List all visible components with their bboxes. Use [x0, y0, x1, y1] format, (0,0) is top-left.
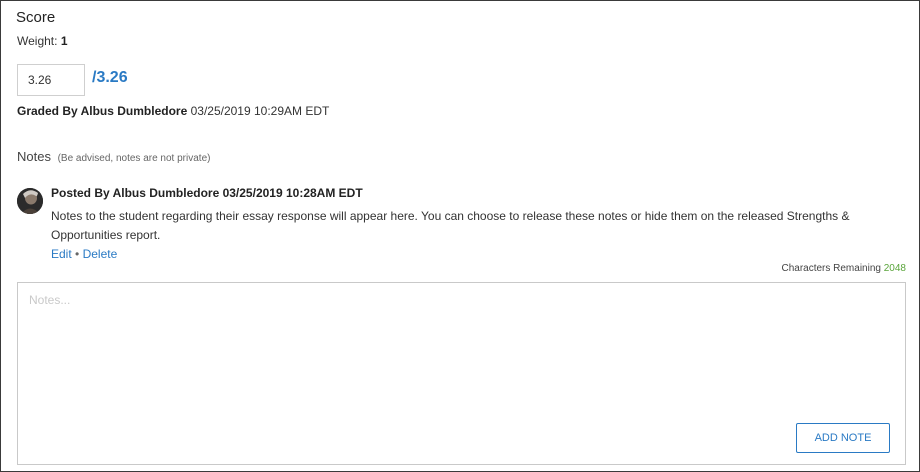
- score-title: Score: [16, 9, 56, 26]
- score-total: /3.26: [92, 69, 128, 86]
- grading-panel: Score Weight: 1 /3.26 Graded By Albus Du…: [0, 0, 920, 472]
- notes-privacy-note: (Be advised, notes are not private): [57, 153, 211, 164]
- characters-remaining-count: 2048: [883, 263, 906, 274]
- notes-header: Notes (Be advised, notes are not private…: [17, 149, 210, 164]
- add-note-button[interactable]: ADD NOTE: [796, 423, 890, 453]
- avatar: [17, 188, 43, 214]
- note-body: Notes to the student regarding their ess…: [51, 209, 850, 242]
- note-actions: Edit • Delete: [51, 247, 117, 261]
- weight-label: Weight:: [17, 34, 58, 48]
- weight-value: 1: [60, 34, 68, 48]
- notes-title: Notes: [17, 149, 51, 164]
- avatar-image: [17, 188, 43, 214]
- delete-note-link[interactable]: Delete: [83, 247, 118, 261]
- score-input[interactable]: [17, 64, 85, 96]
- characters-remaining: Characters Remaining 2048: [781, 263, 906, 274]
- notes-textarea[interactable]: [17, 282, 906, 465]
- weight-line: Weight: 1: [17, 34, 68, 48]
- action-separator: •: [75, 247, 80, 261]
- graded-timestamp: 03/25/2019 10:29AM EDT: [190, 104, 330, 118]
- edit-note-link[interactable]: Edit: [51, 247, 72, 261]
- graded-by-line: Graded By Albus Dumbledore 03/25/2019 10…: [17, 104, 329, 118]
- graded-by-label: Graded By Albus Dumbledore: [17, 104, 188, 118]
- characters-remaining-label: Characters Remaining: [781, 263, 881, 274]
- note-posted-by: Posted By Albus Dumbledore 03/25/2019 10…: [51, 186, 363, 200]
